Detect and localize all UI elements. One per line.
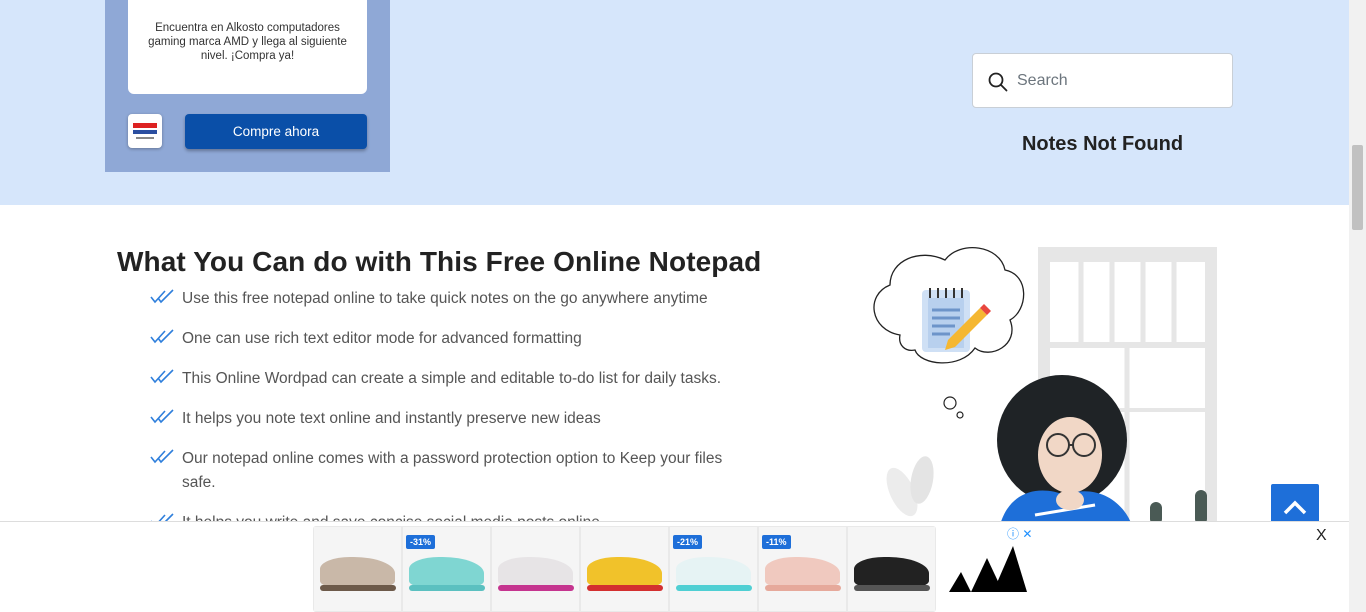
shoe-carousel[interactable]: -31% -21% -11% <box>313 526 936 612</box>
page-scrollbar[interactable] <box>1349 0 1366 612</box>
double-check-icon <box>150 329 174 344</box>
alkosto-logo-icon[interactable] <box>128 114 162 148</box>
double-check-icon <box>150 409 174 424</box>
top-section: Encuentra en Alkosto computadores gaming… <box>0 0 1349 205</box>
shoe-card[interactable] <box>581 527 668 611</box>
notepad-illustration <box>873 247 1217 525</box>
feature-text: This Online Wordpad can create a simple … <box>182 370 722 387</box>
notes-status: Notes Not Found <box>1021 133 1184 155</box>
feature-item: Use this free notepad online to take qui… <box>150 287 760 311</box>
feature-text: It helps you note text online and instan… <box>182 410 601 427</box>
search-box[interactable] <box>972 53 1233 108</box>
feature-text: Our notepad online comes with a password… <box>182 450 723 491</box>
feature-item: This Online Wordpad can create a simple … <box>150 367 760 391</box>
feature-list: Use this free notepad online to take qui… <box>150 287 760 551</box>
feature-item: Our notepad online comes with a password… <box>150 447 760 495</box>
ad-description: Encuentra en Alkosto computadores gaming… <box>128 0 367 94</box>
double-check-icon <box>150 449 174 464</box>
adidas-logo-icon[interactable] <box>947 544 1027 594</box>
chevron-up-icon <box>1283 500 1307 515</box>
shoe-card[interactable]: -21% <box>670 527 757 611</box>
double-check-icon <box>150 289 174 304</box>
features-title: What You Can do with This Free Online No… <box>117 246 762 277</box>
search-icon <box>988 72 1008 92</box>
alkosto-ad[interactable]: Encuentra en Alkosto computadores gaming… <box>105 0 390 172</box>
search-input[interactable] <box>1017 68 1217 94</box>
double-check-icon <box>150 369 174 384</box>
shoe-card[interactable] <box>314 527 401 611</box>
compre-ahora-button[interactable]: Compre ahora <box>185 114 367 149</box>
shoe-card[interactable]: -11% <box>759 527 846 611</box>
feature-item: It helps you note text online and instan… <box>150 407 760 431</box>
discount-badge: -31% <box>406 535 436 549</box>
feature-item: One can use rich text editor mode for ad… <box>150 327 760 351</box>
feature-text: One can use rich text editor mode for ad… <box>182 330 582 347</box>
shoe-card[interactable]: -31% <box>403 527 490 611</box>
feature-text: Use this free notepad online to take qui… <box>182 290 708 307</box>
shoe-card[interactable] <box>492 527 579 611</box>
bottom-ad-banner[interactable]: -31% -21% -11% ⓘ ✕ X <box>0 521 1349 612</box>
adchoices-icon[interactable]: ⓘ ✕ <box>1007 525 1032 542</box>
discount-badge: -21% <box>673 535 703 549</box>
scrollbar-thumb[interactable] <box>1352 145 1363 230</box>
discount-badge: -11% <box>762 535 791 549</box>
close-ad-button[interactable]: X <box>1316 527 1327 545</box>
shoe-card[interactable] <box>848 527 935 611</box>
